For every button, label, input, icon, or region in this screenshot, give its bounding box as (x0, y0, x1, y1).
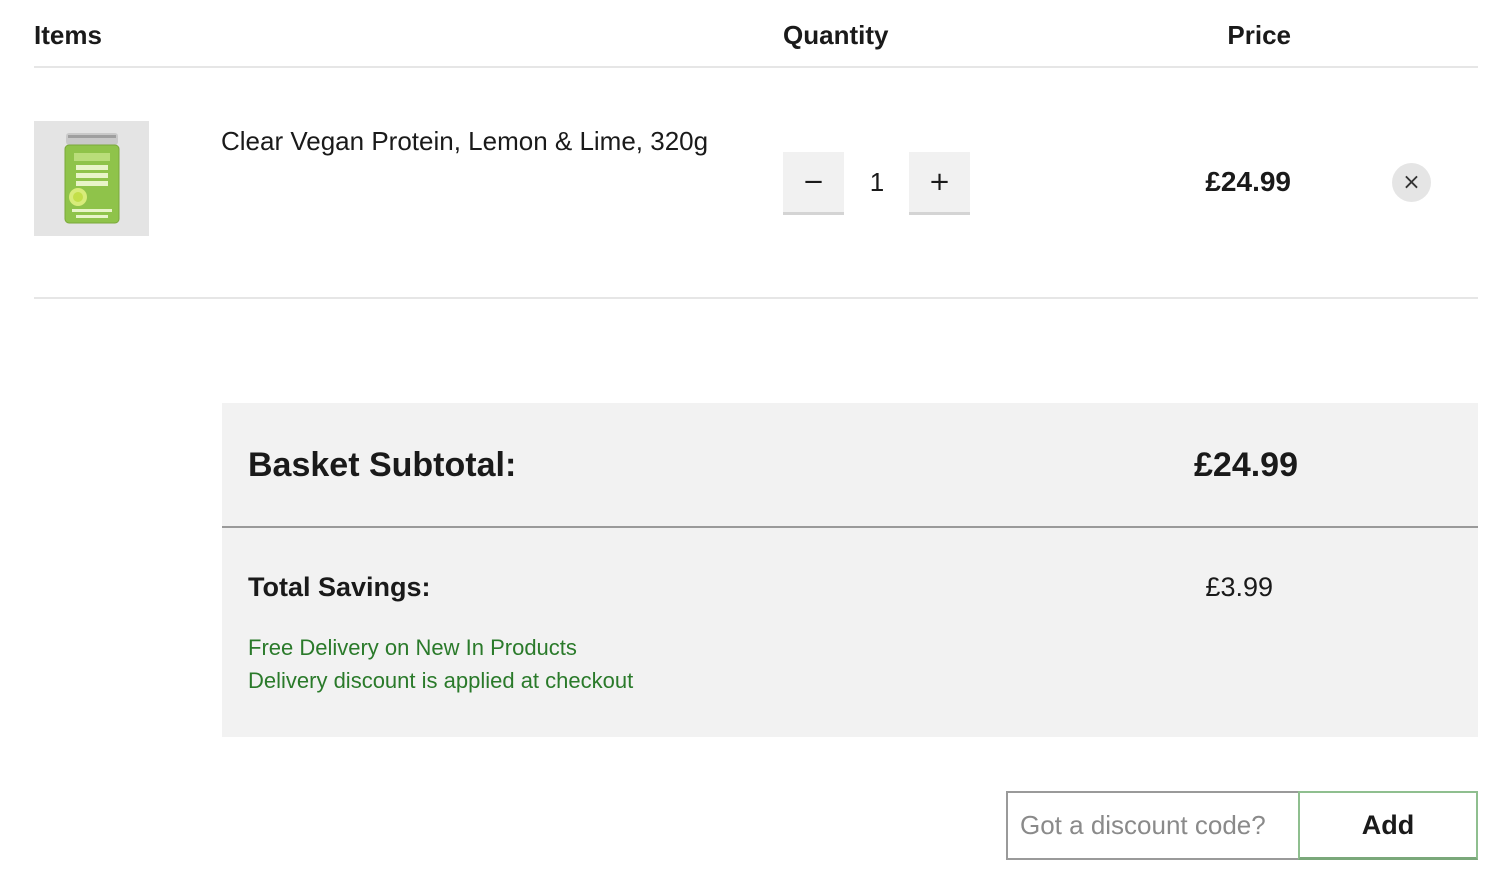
basket-page: Items Quantity Price Clear Vegan Protein… (0, 0, 1500, 878)
discount-code-input[interactable] (1006, 791, 1298, 860)
promo-message: Delivery discount is applied at checkout (248, 668, 634, 693)
item-divider (34, 297, 1478, 299)
savings-value: £3.99 (1205, 572, 1273, 602)
subtotal-label: Basket Subtotal: (248, 446, 517, 484)
product-thumbnail[interactable] (34, 121, 149, 236)
add-discount-button[interactable]: Add (1298, 791, 1478, 860)
basket-summary: Basket Subtotal: £24.99 Total Savings: £… (222, 403, 1478, 737)
protein-tub-image (64, 132, 119, 223)
remove-item-button[interactable]: × (1392, 163, 1431, 202)
price-column-header: Price (1227, 20, 1291, 50)
promo-message: Free Delivery on New In Products (248, 635, 577, 660)
quantity-value: 1 (869, 167, 885, 197)
item-price: £24.99 (1205, 166, 1291, 197)
minus-icon: − (802, 167, 825, 197)
summary-divider (222, 526, 1478, 528)
items-column-header: Items (34, 20, 102, 50)
close-icon: × (1402, 169, 1421, 195)
savings-label: Total Savings: (248, 572, 431, 602)
decrease-quantity-button[interactable]: − (783, 152, 844, 215)
product-name-link[interactable]: Clear Vegan Protein, Lemon & Lime, 320g (221, 125, 708, 157)
increase-quantity-button[interactable]: + (909, 152, 970, 215)
quantity-column-header: Quantity (783, 20, 889, 50)
header-divider (34, 66, 1478, 68)
plus-icon: + (928, 167, 951, 197)
subtotal-value: £24.99 (1194, 446, 1298, 484)
